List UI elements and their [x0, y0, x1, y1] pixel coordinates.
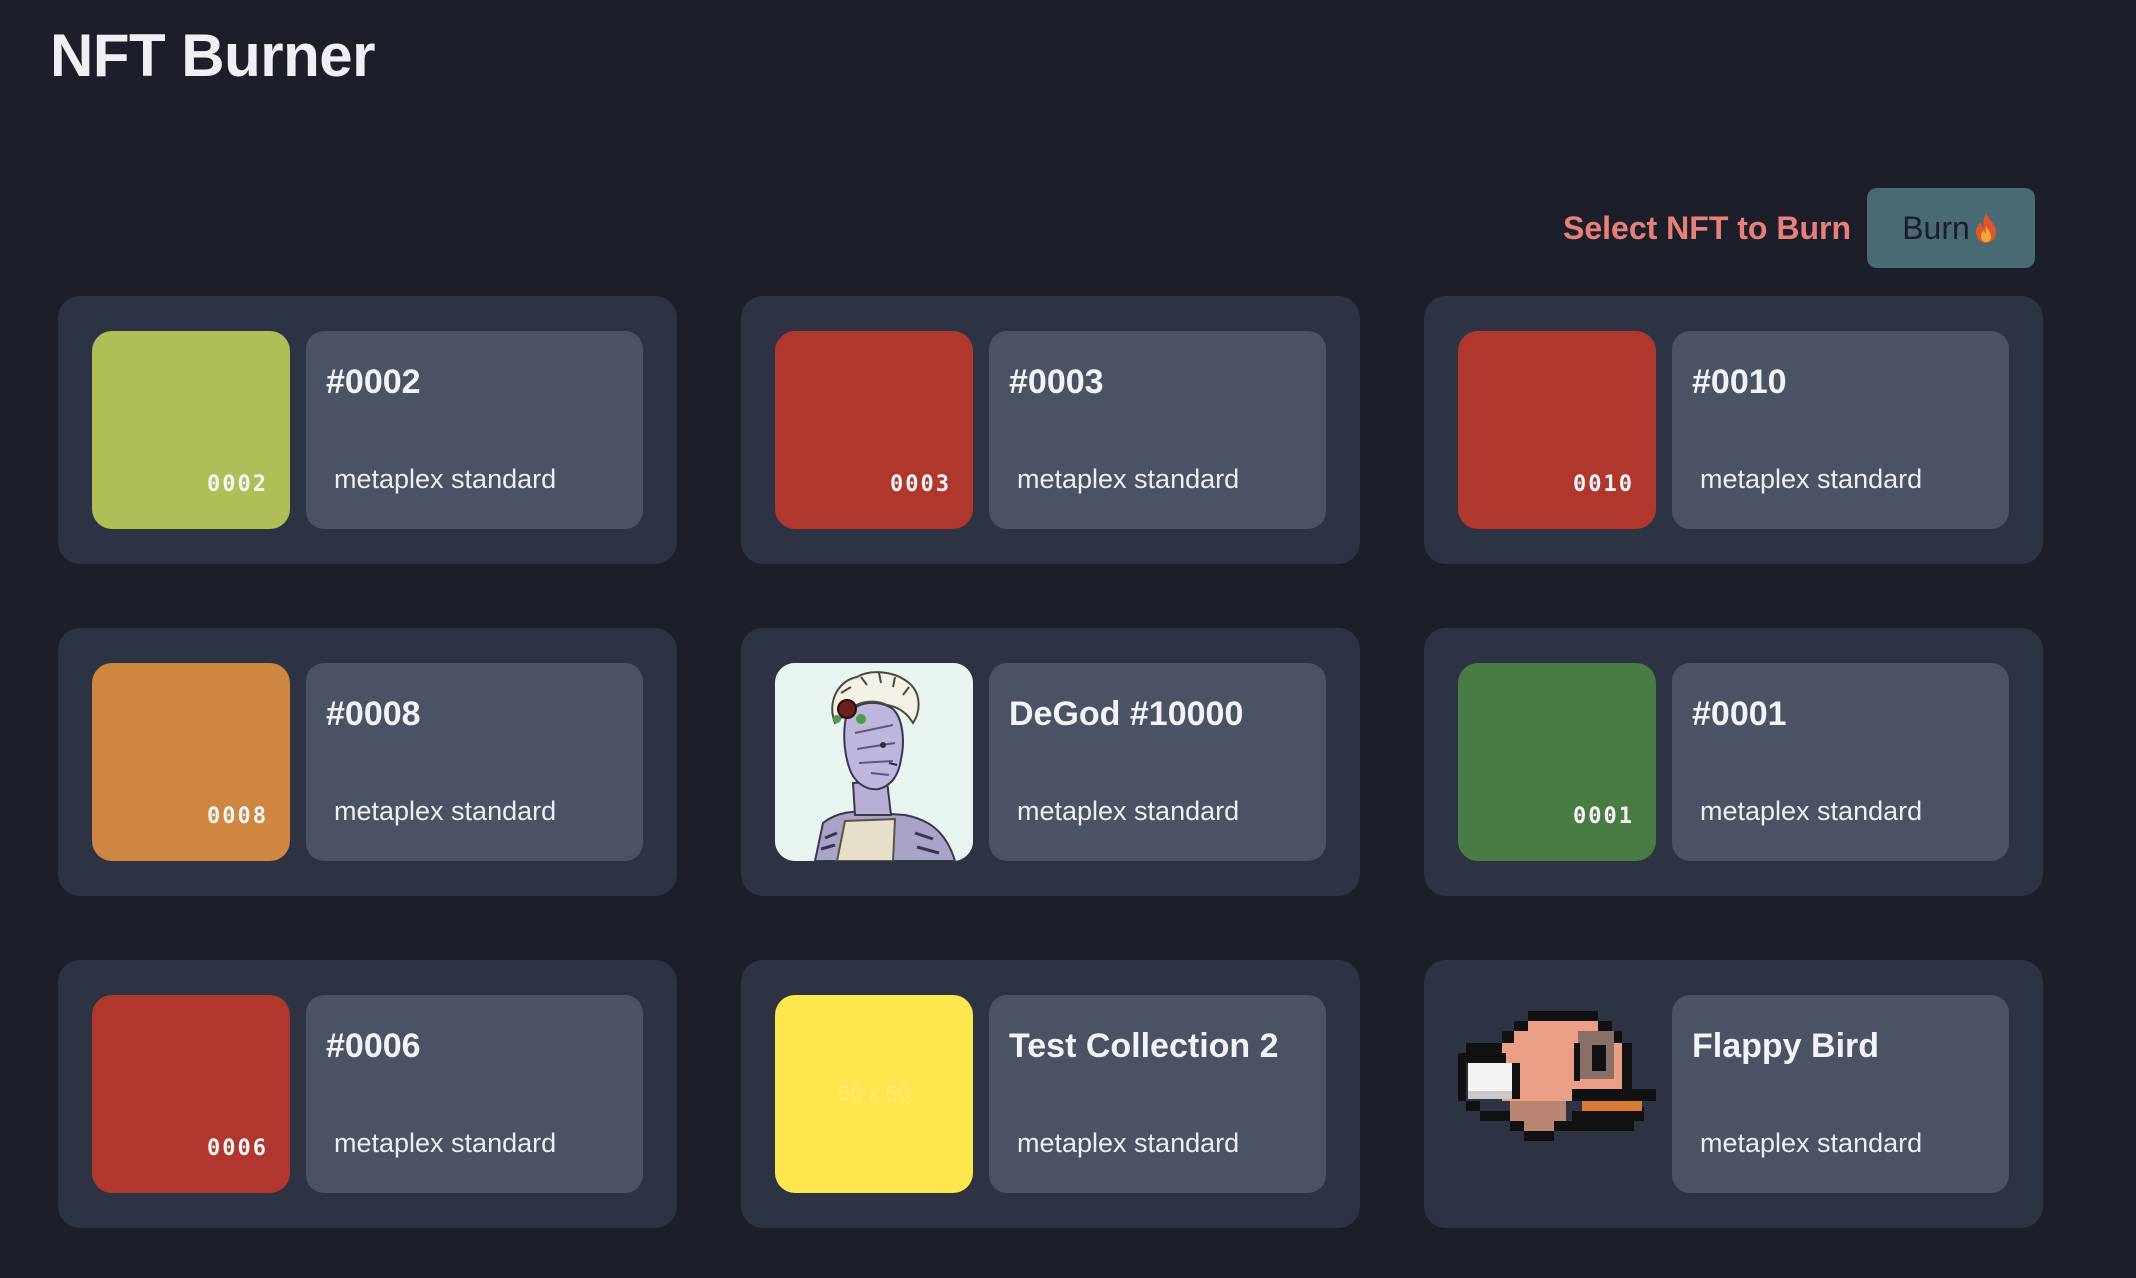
thumbnail-label: 0010 [1573, 472, 1634, 497]
nft-card[interactable]: 0010 #0010 metaplex standard [1424, 296, 2043, 564]
nft-card[interactable]: 0008 #0008 metaplex standard [58, 628, 677, 896]
nft-name: #0002 [326, 363, 421, 401]
nft-info-panel: #0003 metaplex standard [989, 331, 1326, 529]
nft-thumbnail-degod [775, 663, 973, 861]
nft-standard: metaplex standard [1017, 464, 1240, 494]
thumbnail-label: 0003 [890, 472, 951, 497]
nft-standard: metaplex standard [334, 1128, 557, 1158]
nft-standard: metaplex standard [1017, 1128, 1240, 1158]
nft-name: #0003 [1009, 363, 1104, 401]
degod-portrait-image [775, 663, 973, 861]
nft-standard: metaplex standard [334, 796, 557, 826]
nft-card[interactable]: 0006 #0006 metaplex standard [58, 960, 677, 1228]
thumbnail-label: 0008 [207, 804, 268, 829]
nft-thumbnail: 0006 [92, 995, 290, 1193]
nft-standard: metaplex standard [1700, 796, 1923, 826]
nft-standard: metaplex standard [1700, 1128, 1923, 1158]
thumbnail-label: 0002 [207, 472, 268, 497]
nft-thumbnail-placeholder: 50 x 50 [775, 995, 973, 1193]
nft-name: Test Collection 2 [1009, 1027, 1279, 1065]
nft-name: #0010 [1692, 363, 1787, 401]
nft-card[interactable]: 50 x 50 Test Collection 2 metaplex stand… [741, 960, 1360, 1228]
nft-name: #0008 [326, 695, 421, 733]
nft-card[interactable]: 0003 #0003 metaplex standard [741, 296, 1360, 564]
burn-toolbar: Select NFT to Burn Burn [1563, 188, 2035, 268]
thumbnail-label: 0001 [1573, 804, 1634, 829]
nft-thumbnail: 0002 [92, 331, 290, 529]
nft-card[interactable]: DeGod #10000 metaplex standard [741, 628, 1360, 896]
placeholder-size-label: 50 x 50 [837, 1081, 911, 1106]
nft-burner-page: NFT Burner Select NFT to Burn Burn 0002 … [0, 0, 2136, 1278]
nft-info-panel: DeGod #10000 metaplex standard [989, 663, 1326, 861]
nft-name: DeGod #10000 [1009, 695, 1244, 733]
nft-thumbnail: 0001 [1458, 663, 1656, 861]
nft-thumbnail: 0008 [92, 663, 290, 861]
nft-name: Flappy Bird [1692, 1027, 1880, 1065]
nft-thumbnail-flappy-bird [1458, 995, 1656, 1193]
nft-info-panel: Flappy Bird metaplex standard [1672, 995, 2009, 1193]
nft-thumbnail: 0010 [1458, 331, 1656, 529]
nft-card[interactable]: 0001 #0001 metaplex standard [1424, 628, 2043, 896]
burn-label: Burn [1902, 209, 1970, 246]
thumbnail-label: 0006 [207, 1136, 268, 1161]
nft-name: #0001 [1692, 695, 1787, 733]
nft-card[interactable]: 0002 #0002 metaplex standard [58, 296, 677, 564]
nft-card[interactable]: Flappy Bird metaplex standard [1424, 960, 2043, 1228]
nft-grid: 0002 #0002 metaplex standard 0003 #0003 … [58, 296, 2043, 1228]
app-title: NFT Burner [50, 22, 376, 89]
burn-button[interactable]: Burn [1867, 188, 2035, 268]
nft-info-panel: #0001 metaplex standard [1672, 663, 2009, 861]
nft-standard: metaplex standard [334, 464, 557, 494]
flappy-bird-image [1458, 1011, 1656, 1141]
fire-icon [1975, 213, 1996, 243]
nft-standard: metaplex standard [1700, 464, 1923, 494]
nft-name: #0006 [326, 1027, 421, 1065]
nft-info-panel: #0002 metaplex standard [306, 331, 643, 529]
nft-info-panel: Test Collection 2 metaplex standard [989, 995, 1326, 1193]
nft-info-panel: #0008 metaplex standard [306, 663, 643, 861]
nft-info-panel: #0006 metaplex standard [306, 995, 643, 1193]
nft-thumbnail: 0003 [775, 331, 973, 529]
select-prompt: Select NFT to Burn [1562, 209, 1851, 246]
nft-info-panel: #0010 metaplex standard [1672, 331, 2009, 529]
nft-standard: metaplex standard [1017, 796, 1240, 826]
